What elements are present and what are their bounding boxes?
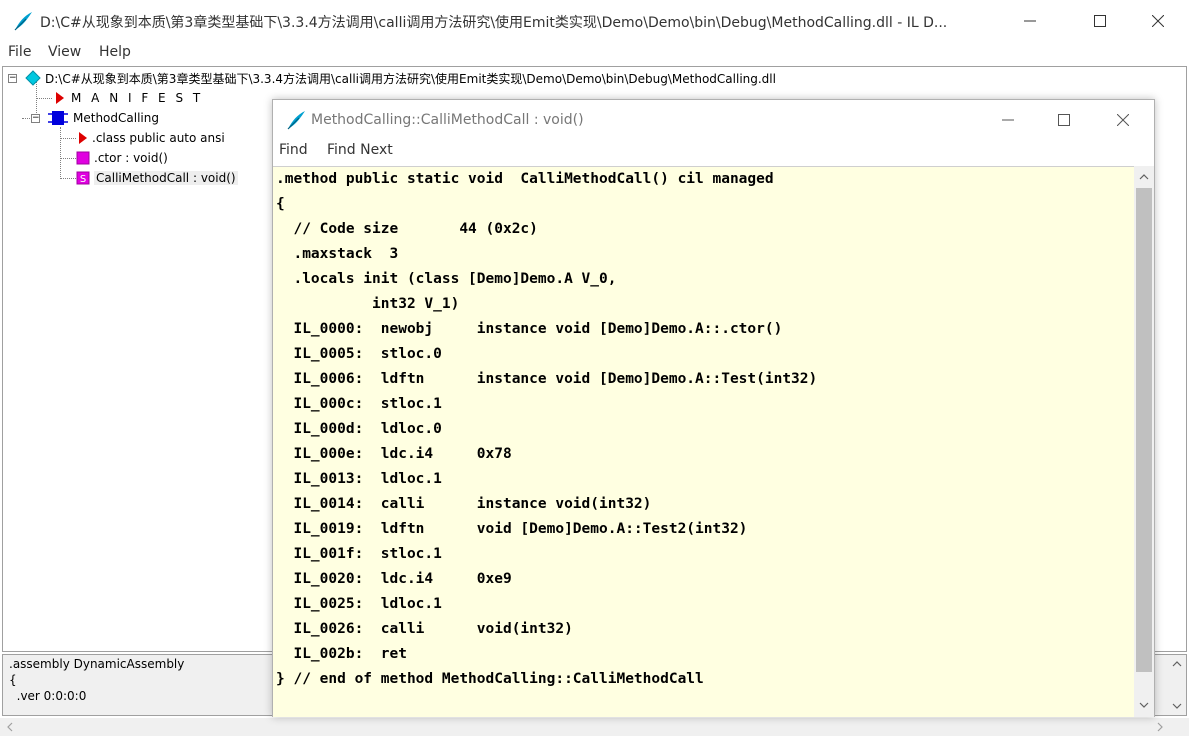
assembly-info-line: { [9,673,17,687]
code-line: int32 V_1) [276,296,460,312]
assembly-info-line: .assembly DynamicAssembly [9,657,185,671]
main-title-bar: D:\C#从现象到本质\第3章类型基础下\3.3.4方法调用\calli调用方法… [0,0,1189,42]
tree-item-root[interactable]: D:\C#从现象到本质\第3章类型基础下\3.3.4方法调用\calli调用方法… [25,69,776,87]
maximize-button[interactable] [1077,0,1123,42]
close-button[interactable] [1135,0,1181,42]
tree-item-label: .ctor : void() [94,151,168,165]
maximize-icon [1058,114,1070,126]
il-vertical-scrollbar[interactable] [1134,166,1154,717]
static-method-icon: S [76,171,90,185]
menu-help[interactable]: Help [99,44,131,60]
code-line: .maxstack 3 [276,246,399,262]
triangle-icon [79,132,87,144]
collapse-toggle[interactable]: − [8,74,17,83]
assembly-info-line: .ver 0:0:0:0 [9,689,87,703]
minimize-icon [1002,119,1014,121]
code-line: { [276,196,285,212]
code-line: IL_000e: ldc.i4 0x78 [276,446,512,462]
tree-connector [60,158,76,159]
tree-item-manifest[interactable]: M A N I F E S T [53,89,203,107]
code-line: IL_0025: ldloc.1 [276,596,442,612]
scroll-thumb[interactable] [1136,188,1152,672]
assembly-info-scrollbar[interactable] [1169,655,1186,715]
minimize-icon [1024,20,1036,22]
code-line: IL_0005: stloc.0 [276,346,442,362]
collapse-toggle[interactable]: − [31,114,40,123]
class-icon [48,111,68,125]
code-line: IL_000d: ldloc.0 [276,421,442,437]
scroll-left-arrow[interactable] [0,718,20,736]
tree-connector [60,178,76,179]
code-line: .locals init (class [Demo]Demo.A V_0, [276,271,617,287]
code-line: .method public static void CalliMethodCa… [276,171,774,187]
code-line: // Code size 44 (0x2c) [276,221,538,237]
tree-item-label: MethodCalling [73,111,159,125]
main-window-title: D:\C#从现象到本质\第3章类型基础下\3.3.4方法调用\calli调用方法… [40,15,948,31]
il-window-title: MethodCalling::CalliMethodCall : void() [311,112,584,128]
tree-item-label: M A N I F E S T [71,91,204,105]
tree-connector [60,127,61,179]
feather-icon [287,111,305,130]
code-line: IL_0014: calli instance void(int32) [276,496,652,512]
code-line: IL_0026: calli void(int32) [276,621,573,637]
chevron-up-icon [1139,174,1149,180]
scroll-right-arrow[interactable] [1150,718,1170,736]
close-icon [1117,114,1129,126]
tree-item-calli-method[interactable]: S CalliMethodCall : void() [76,169,238,187]
code-line: IL_002b: ret [276,646,407,662]
tree-connector [60,138,76,139]
chevron-down-icon [1172,703,1182,709]
il-minimize-button[interactable] [985,100,1031,140]
svg-text:S: S [80,174,86,185]
il-code-window[interactable]: MethodCalling::CalliMethodCall : void() … [272,99,1155,717]
chevron-up-icon [1172,661,1182,667]
feather-icon [14,12,32,31]
tree-item-label: CalliMethodCall : void() [94,171,238,185]
menu-file[interactable]: File [8,44,31,60]
menu-view[interactable]: View [48,44,81,60]
maximize-icon [1094,15,1106,27]
code-line: IL_0020: ldc.i4 0xe9 [276,571,512,587]
code-line: IL_001f: stloc.1 [276,546,442,562]
scroll-down-arrow[interactable] [1134,696,1154,714]
code-line: IL_0000: newobj instance void [Demo]Demo… [276,321,783,337]
tree-item-class-info[interactable]: .class public auto ansi [76,129,225,147]
il-close-button[interactable] [1100,100,1146,140]
diamond-icon [25,70,41,86]
chevron-right-icon [1157,722,1163,732]
chevron-left-icon [7,722,13,732]
code-line: IL_0019: ldftn void [Demo]Demo.A::Test2(… [276,521,748,537]
il-code-text[interactable]: .method public static void CalliMethodCa… [273,166,1134,717]
tree-item-label: .class public auto ansi [92,131,225,145]
il-menu-bar: Find Find Next [273,140,1154,162]
il-window-title-bar: MethodCalling::CalliMethodCall : void() [273,100,1154,140]
main-menu-bar: File View Help [0,42,1189,64]
menu-find-next[interactable]: Find Next [327,142,393,158]
code-line: } // end of method MethodCalling::CalliM… [276,671,704,687]
horizontal-scrollbar[interactable] [0,718,1189,736]
method-icon [76,151,90,165]
code-line: IL_0006: ldftn instance void [Demo]Demo.… [276,371,818,387]
minimize-button[interactable] [1007,0,1053,42]
tree-connector [36,98,52,99]
scroll-up-arrow[interactable] [1134,168,1154,186]
code-line: IL_0013: ldloc.1 [276,471,442,487]
tree-item-ctor[interactable]: .ctor : void() [76,149,168,167]
code-line: IL_000c: stloc.1 [276,396,442,412]
close-icon [1152,15,1164,27]
il-maximize-button[interactable] [1041,100,1087,140]
scroll-down-arrow[interactable] [1167,697,1187,715]
scroll-up-arrow[interactable] [1167,655,1187,673]
tree-item-label: D:\C#从现象到本质\第3章类型基础下\3.3.4方法调用\calli调用方法… [45,71,776,86]
chevron-down-icon [1139,702,1149,708]
menu-find[interactable]: Find [279,142,308,158]
tree-item-class[interactable]: MethodCalling [47,109,159,127]
triangle-icon [56,92,64,104]
